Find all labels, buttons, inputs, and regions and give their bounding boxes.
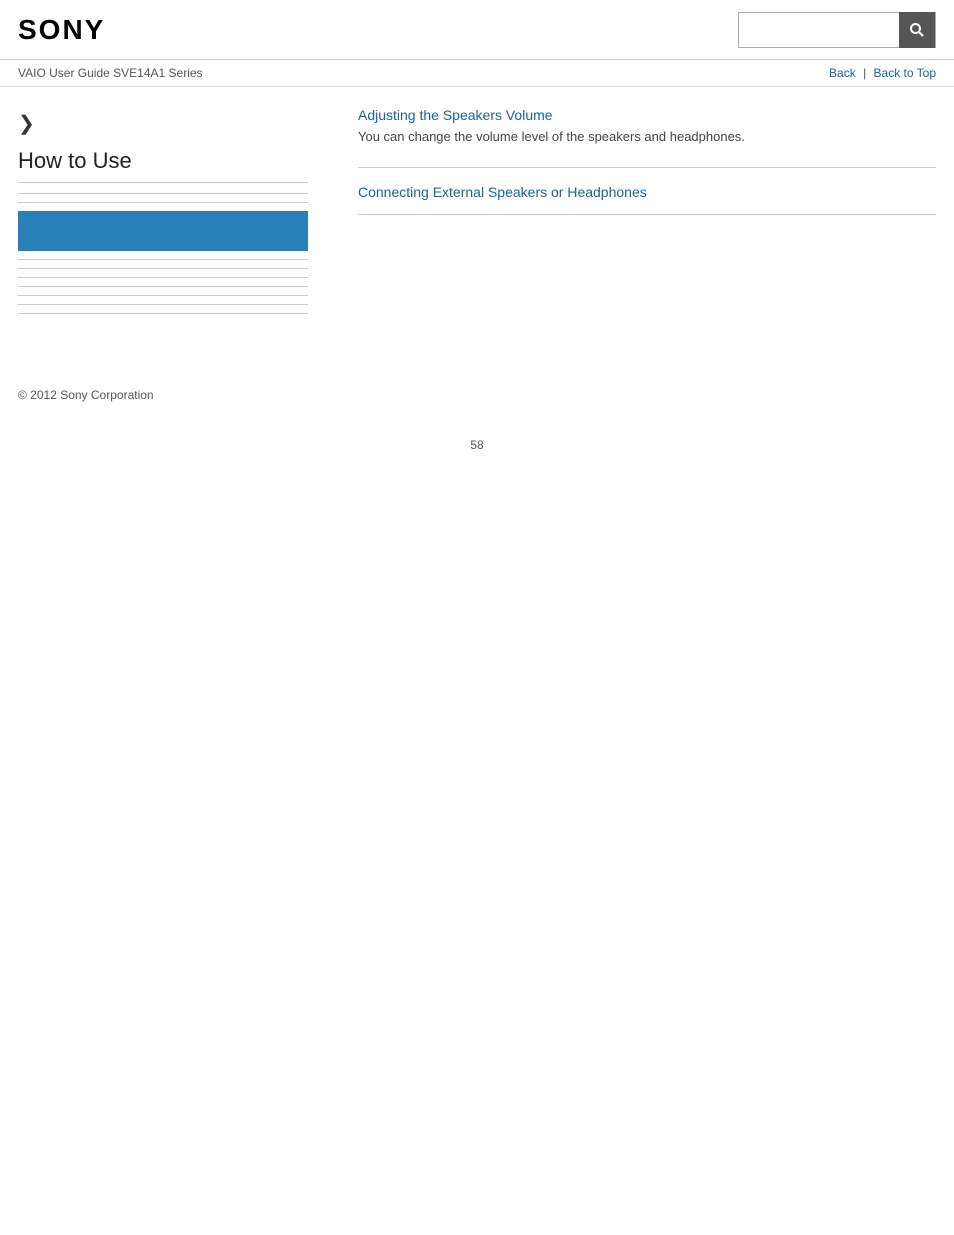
sidebar-divider-4 bbox=[18, 268, 308, 269]
sidebar-divider-2 bbox=[18, 202, 308, 203]
sidebar: ❯ How to Use bbox=[18, 107, 328, 322]
sidebar-section-title: How to Use bbox=[18, 148, 308, 183]
page-number: 58 bbox=[0, 418, 954, 462]
sub-header: VAIO User Guide SVE14A1 Series Back | Ba… bbox=[0, 60, 954, 87]
sony-logo: SONY bbox=[18, 14, 105, 46]
chevron-icon: ❯ bbox=[18, 111, 308, 136]
sidebar-divider-7 bbox=[18, 295, 308, 296]
content-section-1: Adjusting the Speakers Volume You can ch… bbox=[358, 107, 936, 147]
main-container: ❯ How to Use Adjusting the Speakers Volu… bbox=[0, 87, 954, 342]
content-area: Adjusting the Speakers Volume You can ch… bbox=[328, 107, 936, 322]
sidebar-divider-8 bbox=[18, 304, 308, 305]
sidebar-divider-9 bbox=[18, 313, 308, 314]
search-icon bbox=[909, 22, 925, 38]
content-section-2: Connecting External Speakers or Headphon… bbox=[358, 184, 936, 200]
content-divider-2 bbox=[358, 214, 936, 215]
nav-separator: | bbox=[863, 66, 869, 80]
sidebar-divider-6 bbox=[18, 286, 308, 287]
search-button[interactable] bbox=[899, 12, 935, 48]
sidebar-divider-5 bbox=[18, 277, 308, 278]
footer-copyright: © 2012 Sony Corporation bbox=[0, 372, 954, 418]
sidebar-divider-3 bbox=[18, 259, 308, 260]
guide-title: VAIO User Guide SVE14A1 Series bbox=[18, 66, 203, 80]
adjusting-speakers-link[interactable]: Adjusting the Speakers Volume bbox=[358, 107, 553, 123]
content-divider-1 bbox=[358, 167, 936, 168]
sidebar-divider-1 bbox=[18, 193, 308, 194]
sidebar-highlight[interactable] bbox=[18, 211, 308, 251]
connecting-speakers-link[interactable]: Connecting External Speakers or Headphon… bbox=[358, 184, 647, 200]
back-link[interactable]: Back bbox=[829, 66, 856, 80]
search-input[interactable] bbox=[739, 13, 899, 47]
search-box bbox=[738, 12, 936, 48]
nav-links: Back | Back to Top bbox=[829, 66, 936, 80]
adjusting-speakers-description: You can change the volume level of the s… bbox=[358, 127, 936, 147]
back-to-top-link[interactable]: Back to Top bbox=[874, 66, 936, 80]
header: SONY bbox=[0, 0, 954, 60]
